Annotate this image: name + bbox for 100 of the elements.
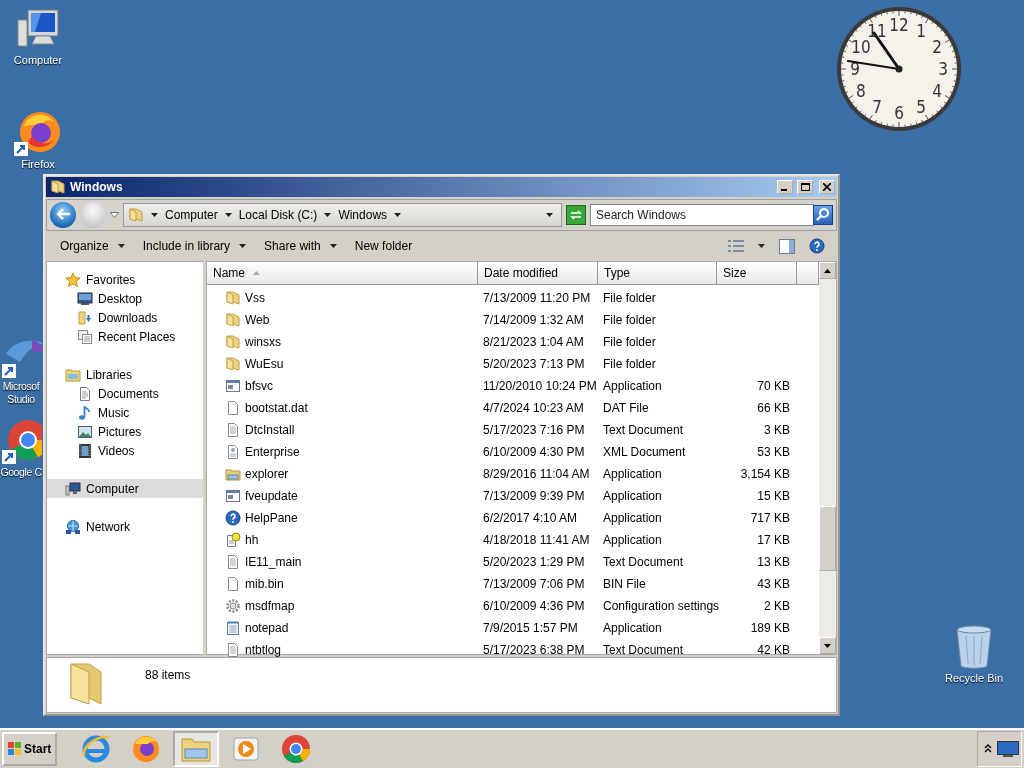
flag-icon [8, 742, 22, 756]
start-button[interactable]: Start [2, 732, 58, 766]
address-field[interactable]: Computer Local Disk (C:) Windows [123, 203, 562, 227]
maximize-button[interactable] [797, 180, 813, 194]
column-header[interactable]: Size [717, 262, 797, 284]
folder-icon [50, 179, 66, 195]
breadcrumb-arrow-icon[interactable] [151, 213, 158, 217]
toolbar-button[interactable]: Include in library [134, 235, 255, 257]
column-header[interactable]: Type [598, 262, 717, 284]
search-field[interactable]: Search Windows [590, 204, 814, 226]
table-cell-text: 7/13/2009 11:20 PM [482, 290, 592, 307]
table-cell[interactable]: bfsvc [207, 375, 478, 397]
sidebar-item[interactable]: Computer [47, 479, 203, 498]
help-icon [809, 238, 825, 254]
breadcrumb[interactable]: Windows [338, 208, 388, 222]
sidebar-item[interactable]: Videos [47, 441, 203, 460]
icon-label[interactable]: Google C [0, 466, 42, 479]
folder-icon [225, 290, 241, 306]
taskbar-button[interactable] [173, 731, 220, 767]
scroll-up-button[interactable] [819, 262, 836, 279]
table-cell[interactable]: winsxs [207, 331, 478, 353]
toolbar-button[interactable]: Share with [256, 235, 345, 257]
table-cell-text: 5/20/2023 7:13 PM [482, 356, 586, 373]
icon-label[interactable]: Computer [13, 54, 63, 67]
table-cell-text: File folder [602, 312, 657, 329]
refresh-button[interactable] [566, 205, 586, 225]
table-cell-text: 7/14/2009 1:32 AM [482, 312, 585, 329]
sidebar-item[interactable]: Downloads [47, 308, 203, 327]
sidebar-item[interactable]: Documents [47, 384, 203, 403]
table-cell-text: 3,154 KB [739, 466, 791, 483]
dropdown-arrow-icon[interactable] [117, 244, 125, 248]
trash-bin-icon[interactable] [954, 624, 994, 670]
document-icon [225, 576, 241, 592]
table-cell[interactable]: WuEsu [207, 353, 478, 375]
sidebar-item[interactable]: Desktop [47, 289, 203, 308]
table-cell[interactable]: DtcInstall [207, 419, 478, 441]
table-cell-text: Text Document [602, 554, 685, 571]
document-icon [225, 532, 241, 548]
scrollbar[interactable] [819, 262, 836, 654]
gear-icon [225, 598, 241, 614]
table-cell[interactable]: ntbtlog [207, 639, 478, 661]
table-cell-text: 6/2/2017 4:10 AM [482, 510, 579, 527]
back-button[interactable] [50, 202, 76, 228]
breadcrumb-arrow-icon[interactable] [324, 213, 332, 217]
toolbar-button[interactable]: Organize [52, 235, 133, 257]
maximize-icon [800, 183, 810, 191]
table-cell[interactable]: fveupdate [207, 485, 478, 507]
icon-label[interactable]: Recycle Bin [944, 672, 1004, 685]
monitor-icon[interactable] [997, 741, 1019, 757]
dropdown-arrow-icon[interactable] [758, 244, 765, 248]
table-cell[interactable]: HelpPane [207, 507, 478, 529]
table-cell[interactable]: IE11_main [207, 551, 478, 573]
close-button[interactable] [819, 180, 835, 194]
item-count: 88 items [145, 667, 191, 682]
film-icon [77, 442, 93, 459]
refresh-arrows-icon [569, 209, 583, 220]
table-cell-text: Text Document [602, 422, 685, 439]
dropdown-arrow-icon[interactable] [329, 244, 337, 248]
table-cell-text: 6/10/2009 4:30 PM [482, 444, 586, 461]
minimize-button[interactable] [777, 180, 793, 194]
table-cell[interactable]: Enterprise [207, 441, 478, 463]
table-cell[interactable]: explorer [207, 463, 478, 485]
sidebar-item[interactable]: Network [47, 517, 203, 536]
table-cell-text: 4/18/2018 11:41 AM [482, 532, 591, 549]
table-cell[interactable]: notepad [207, 617, 478, 639]
folder-icon [225, 356, 241, 372]
icon-label[interactable]: Firefox [21, 158, 55, 171]
breadcrumb-arrow-icon[interactable] [224, 213, 232, 217]
table-cell[interactable]: bootstat.dat [207, 397, 478, 419]
folder-icon [225, 466, 241, 482]
table-cell[interactable]: Vss [207, 287, 478, 309]
clock-numeral: 7 [872, 97, 882, 118]
breadcrumb[interactable]: Computer [165, 208, 218, 222]
breadcrumb[interactable]: Local Disk (C:) [238, 208, 318, 222]
toolbar-button[interactable]: New folder [346, 235, 421, 257]
dropdown-arrow-icon[interactable] [239, 244, 247, 248]
dropdown-arrow-icon[interactable] [546, 213, 553, 217]
search-button[interactable] [813, 205, 833, 225]
sidebar-item[interactable]: Music [47, 403, 203, 422]
sidebar-item[interactable]: Recent Places [47, 327, 203, 346]
table-cell[interactable]: Web [207, 309, 478, 331]
table-cell-text: Application [602, 378, 663, 395]
scroll-thumb[interactable] [819, 506, 836, 571]
scroll-down-button[interactable] [819, 637, 836, 654]
history-dropdown-icon[interactable] [110, 212, 119, 218]
breadcrumb-arrow-icon[interactable] [394, 213, 402, 217]
table-cell-text: 53 KB [756, 444, 791, 461]
chevron-up-icon[interactable] [984, 744, 992, 754]
icon-label[interactable]: Microsof Studio [0, 380, 42, 406]
table-cell[interactable]: mib.bin [207, 573, 478, 595]
clock-numeral: 5 [916, 97, 926, 118]
table-cell-text: Text Document [602, 642, 685, 659]
sidebar-item[interactable]: Libraries [47, 365, 203, 384]
column-header[interactable]: Name [207, 262, 478, 284]
table-cell[interactable]: hh [207, 529, 478, 551]
column-header[interactable]: Date modified [478, 262, 598, 284]
sidebar-item[interactable]: Pictures [47, 422, 203, 441]
table-cell-text: 7/9/2015 1:57 PM [482, 620, 579, 637]
table-cell[interactable]: msdfmap [207, 595, 478, 617]
sidebar-item[interactable]: Favorites [47, 270, 203, 289]
